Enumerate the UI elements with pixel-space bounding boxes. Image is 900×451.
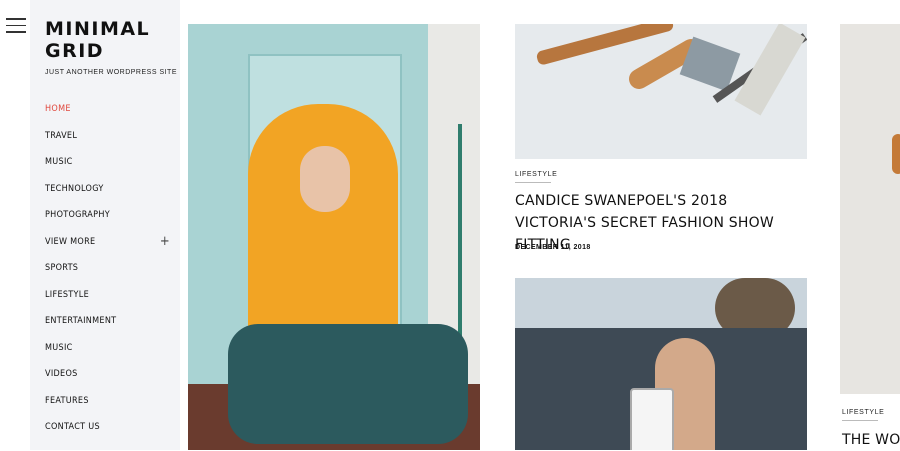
post-category[interactable]: LIFESTYLE: [515, 171, 557, 183]
nav-item-sports[interactable]: SPORTS: [45, 259, 175, 286]
nav-item-contact-us[interactable]: CONTACT US: [45, 418, 175, 445]
nav-item-label: MUSIC: [45, 342, 73, 353]
post-category[interactable]: LIFESTYLE: [842, 409, 884, 421]
image-detail: [630, 388, 674, 450]
nav-item-label: TECHNOLOGY: [45, 183, 104, 194]
nav-item-view-more[interactable]: VIEW MORE +: [45, 233, 175, 260]
nav-item-label: TRAVEL: [45, 130, 78, 141]
nav-item-label: SPORTS: [45, 263, 79, 273]
nav-item-label: PHOTOGRAPHY: [45, 210, 110, 220]
nav-item-music[interactable]: MUSIC: [45, 153, 175, 180]
nav-item-videos[interactable]: VIDEOS: [45, 365, 175, 392]
nav-item-label: CONTACT US: [45, 422, 100, 432]
nav-item-label: FEATURES: [45, 395, 89, 406]
expand-plus-icon[interactable]: +: [160, 233, 170, 251]
nav-item-lifestyle[interactable]: LIFESTYLE: [45, 286, 175, 313]
nav-item-features[interactable]: FEATURES: [45, 392, 175, 419]
nav-item-label: VIEW MORE: [45, 236, 96, 247]
nav-item-label: VIDEOS: [45, 369, 78, 379]
menu-toggle-icon[interactable]: [6, 18, 26, 34]
main-navigation: HOME TRAVEL MUSIC TECHNOLOGY PHOTOGRAPHY…: [45, 100, 175, 445]
image-detail: [300, 146, 350, 212]
nav-item-travel[interactable]: TRAVEL: [45, 127, 175, 154]
nav-item-label: HOME: [45, 104, 71, 114]
nav-item-label: MUSIC: [45, 157, 73, 167]
post-image-cafe[interactable]: [515, 278, 807, 450]
featured-post-image[interactable]: [188, 24, 480, 450]
site-title[interactable]: MINIMAL GRID: [45, 18, 165, 62]
post-image-partial[interactable]: [840, 24, 900, 394]
nav-item-entertainment[interactable]: ENTERTAINMENT: [45, 312, 175, 339]
nav-item-music-2[interactable]: MUSIC: [45, 339, 175, 366]
nav-item-photography[interactable]: PHOTOGRAPHY: [45, 206, 175, 233]
post-image-tools[interactable]: [515, 24, 807, 159]
site-tagline: JUST ANOTHER WORDPRESS SITE: [45, 69, 177, 76]
image-detail: [228, 324, 468, 444]
image-detail: [892, 134, 900, 174]
image-detail: [734, 24, 806, 116]
sidebar: MINIMAL GRID JUST ANOTHER WORDPRESS SITE…: [30, 0, 180, 450]
nav-item-label: LIFESTYLE: [45, 289, 90, 300]
post-date: DECEMBER 11, 2018: [515, 244, 591, 251]
nav-item-technology[interactable]: TECHNOLOGY: [45, 180, 175, 207]
post-title[interactable]: THE WORL: [842, 429, 900, 451]
nav-item-label: ENTERTAINMENT: [45, 316, 117, 326]
nav-item-home[interactable]: HOME: [45, 100, 175, 127]
